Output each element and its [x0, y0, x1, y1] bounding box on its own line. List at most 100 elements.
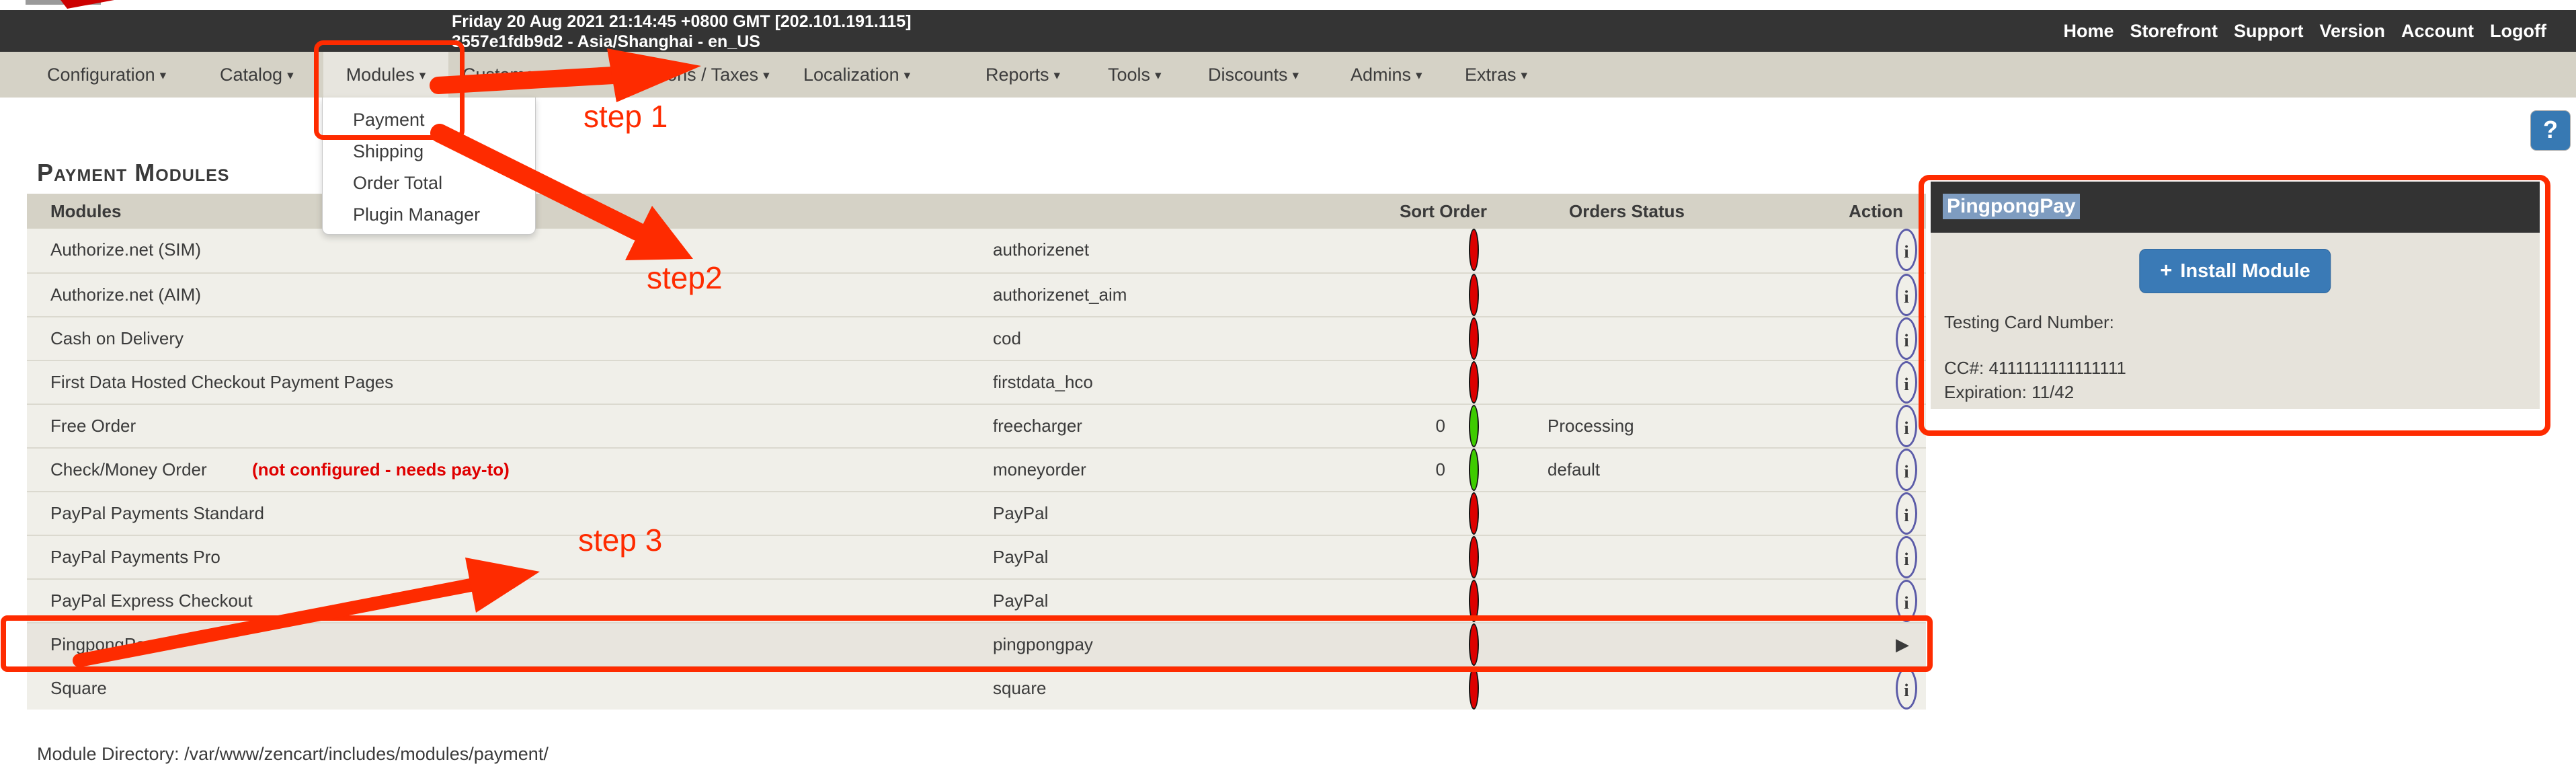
module-warning-note: (not configured - needs pay-to) [252, 459, 510, 480]
table-row[interactable]: PayPal Express Checkout PayPal i [27, 578, 1926, 622]
chevron-down-icon: ▾ [903, 69, 911, 83]
status-dot [1469, 449, 1479, 491]
dropdown-item-payment[interactable]: Payment [323, 104, 535, 136]
top-link-version[interactable]: Version [2320, 21, 2386, 42]
nav-item-label: Tools [1108, 65, 1151, 85]
action-cell: ▶ [1859, 623, 1933, 666]
edit-play-icon[interactable]: ▶ [1896, 623, 1909, 666]
table-row[interactable]: PayPal Payments Standard PayPal i [27, 491, 1926, 535]
nav-item-catalog[interactable]: Catalog ▾ [220, 52, 294, 98]
nav-item-admins[interactable]: Admins ▾ [1351, 52, 1422, 98]
top-link-support[interactable]: Support [2234, 21, 2303, 42]
status-dot [1469, 361, 1479, 404]
nav-item-label: Configuration [47, 65, 155, 85]
nav-item-locations-taxes[interactable]: Locations / Taxes ▾ [618, 52, 770, 98]
table-row[interactable]: Square square i [27, 666, 1926, 710]
sort-order-value [1392, 492, 1445, 535]
info-icon[interactable]: i [1896, 449, 1917, 491]
table-row[interactable]: PayPal Payments Pro PayPal i [27, 535, 1926, 578]
top-status-bar: Friday 20 Aug 2021 21:14:45 +0800 GMT [2… [0, 10, 2576, 52]
nav-item-label: Modules [346, 65, 415, 85]
chevron-down-icon: ▾ [159, 69, 167, 83]
module-code: authorizenet [993, 239, 1090, 260]
table-row[interactable]: Free Order freecharger 0 Processing i [27, 404, 1926, 447]
nav-item-reports[interactable]: Reports ▾ [985, 52, 1060, 98]
chevron-down-icon: ▾ [1521, 69, 1528, 83]
info-icon[interactable]: i [1896, 361, 1917, 404]
table-row[interactable]: Check/Money Order (not configured - need… [27, 447, 1926, 491]
dropdown-item-order-total[interactable]: Order Total [323, 167, 535, 199]
nav-item-modules[interactable]: Modules ▾ [323, 52, 448, 98]
module-name: PingpongPay [50, 634, 155, 654]
server-datetime: Friday 20 Aug 2021 21:14:45 +0800 GMT [2… [452, 11, 912, 52]
test-cc-number: CC#: 4111111111111111 [1944, 358, 2126, 378]
nav-item-label: Catalog [220, 65, 283, 85]
testing-card-label: Testing Card Number: [1944, 312, 2114, 332]
module-code: cod [993, 328, 1021, 348]
info-icon[interactable]: i [1896, 580, 1917, 622]
dropdown-item-shipping[interactable]: Shipping [323, 136, 535, 167]
orders-status-value: default [1547, 459, 1601, 480]
nav-item-label: Customers [462, 65, 551, 85]
module-name: Free Order [50, 416, 136, 436]
table-row[interactable]: Authorize.net (AIM) authorizenet_aim i [27, 272, 1926, 316]
action-cell: i [1859, 449, 1933, 491]
action-cell: i [1859, 317, 1933, 360]
info-icon[interactable]: i [1896, 405, 1917, 447]
module-name: Square [50, 678, 107, 698]
info-icon[interactable]: i [1896, 667, 1917, 710]
status-dot [1469, 274, 1479, 316]
sort-order-value [1392, 274, 1445, 316]
chevron-down-icon: ▾ [1292, 69, 1299, 83]
info-icon[interactable]: i [1896, 274, 1917, 316]
help-button[interactable]: ? [2530, 110, 2571, 151]
info-icon[interactable]: i [1896, 536, 1917, 578]
top-link-logoff[interactable]: Logoff [2490, 21, 2546, 42]
nav-item-label: Localization [803, 65, 899, 85]
module-code: authorizenet_aim [993, 284, 1127, 305]
datetime-line1: Friday 20 Aug 2021 21:14:45 +0800 GMT [2… [452, 12, 912, 31]
nav-item-label: Locations / Taxes [618, 65, 759, 85]
nav-item-localization[interactable]: Localization ▾ [803, 52, 910, 98]
table-row[interactable]: Cash on Delivery cod i [27, 316, 1926, 360]
info-icon[interactable]: i [1896, 317, 1917, 360]
action-cell: i [1859, 580, 1933, 622]
zencart-admin-page: Friday 20 Aug 2021 21:14:45 +0800 GMT [2… [0, 0, 2576, 764]
nav-item-extras[interactable]: Extras ▾ [1465, 52, 1527, 98]
modules-table: Authorize.net (SIM) authorizenet i Autho… [27, 229, 1926, 710]
status-dot [1469, 317, 1479, 360]
orders-status-value: Processing [1547, 416, 1634, 436]
sort-order-value [1392, 536, 1445, 578]
info-icon[interactable]: i [1896, 229, 1917, 271]
page-title: Payment Modules [37, 159, 230, 186]
modules-dropdown: Payment Shipping Order Total Plugin Manager [322, 98, 536, 235]
status-dot [1469, 492, 1479, 535]
chevron-down-icon: ▾ [1155, 69, 1162, 83]
top-link-storefront[interactable]: Storefront [2130, 21, 2218, 42]
action-cell: i [1859, 667, 1933, 710]
module-name: First Data Hosted Checkout Payment Pages [50, 372, 394, 392]
table-row[interactable]: Authorize.net (SIM) authorizenet i [27, 229, 1926, 272]
chevron-down-icon: ▾ [1053, 69, 1061, 83]
sort-order-value: 0 [1435, 459, 1445, 480]
dropdown-item-plugin-manager[interactable]: Plugin Manager [323, 199, 535, 231]
table-row[interactable]: First Data Hosted Checkout Payment Pages… [27, 360, 1926, 404]
top-link-account[interactable]: Account [2401, 21, 2474, 42]
info-icon[interactable]: i [1896, 492, 1917, 535]
top-link-home[interactable]: Home [2064, 21, 2114, 42]
status-dot [1469, 229, 1479, 271]
sort-order-value [1392, 229, 1445, 271]
nav-item-customers[interactable]: Customers ▾ [462, 52, 561, 98]
chevron-down-icon: ▾ [287, 69, 294, 83]
nav-item-discounts[interactable]: Discounts ▾ [1208, 52, 1299, 98]
action-cell: i [1859, 536, 1933, 578]
install-module-button[interactable]: + Install Module [2139, 249, 2331, 293]
action-cell: i [1859, 361, 1933, 404]
sort-order-value [1392, 580, 1445, 622]
table-row[interactable]: PingpongPay pingpongpay ▶ [27, 622, 1926, 666]
nav-item-tools[interactable]: Tools ▾ [1108, 52, 1162, 98]
nav-item-configuration[interactable]: Configuration ▾ [47, 52, 166, 98]
nav-item-label: Admins [1351, 65, 1412, 85]
sort-order-value [1392, 361, 1445, 404]
nav-item-label: Discounts [1208, 65, 1288, 85]
